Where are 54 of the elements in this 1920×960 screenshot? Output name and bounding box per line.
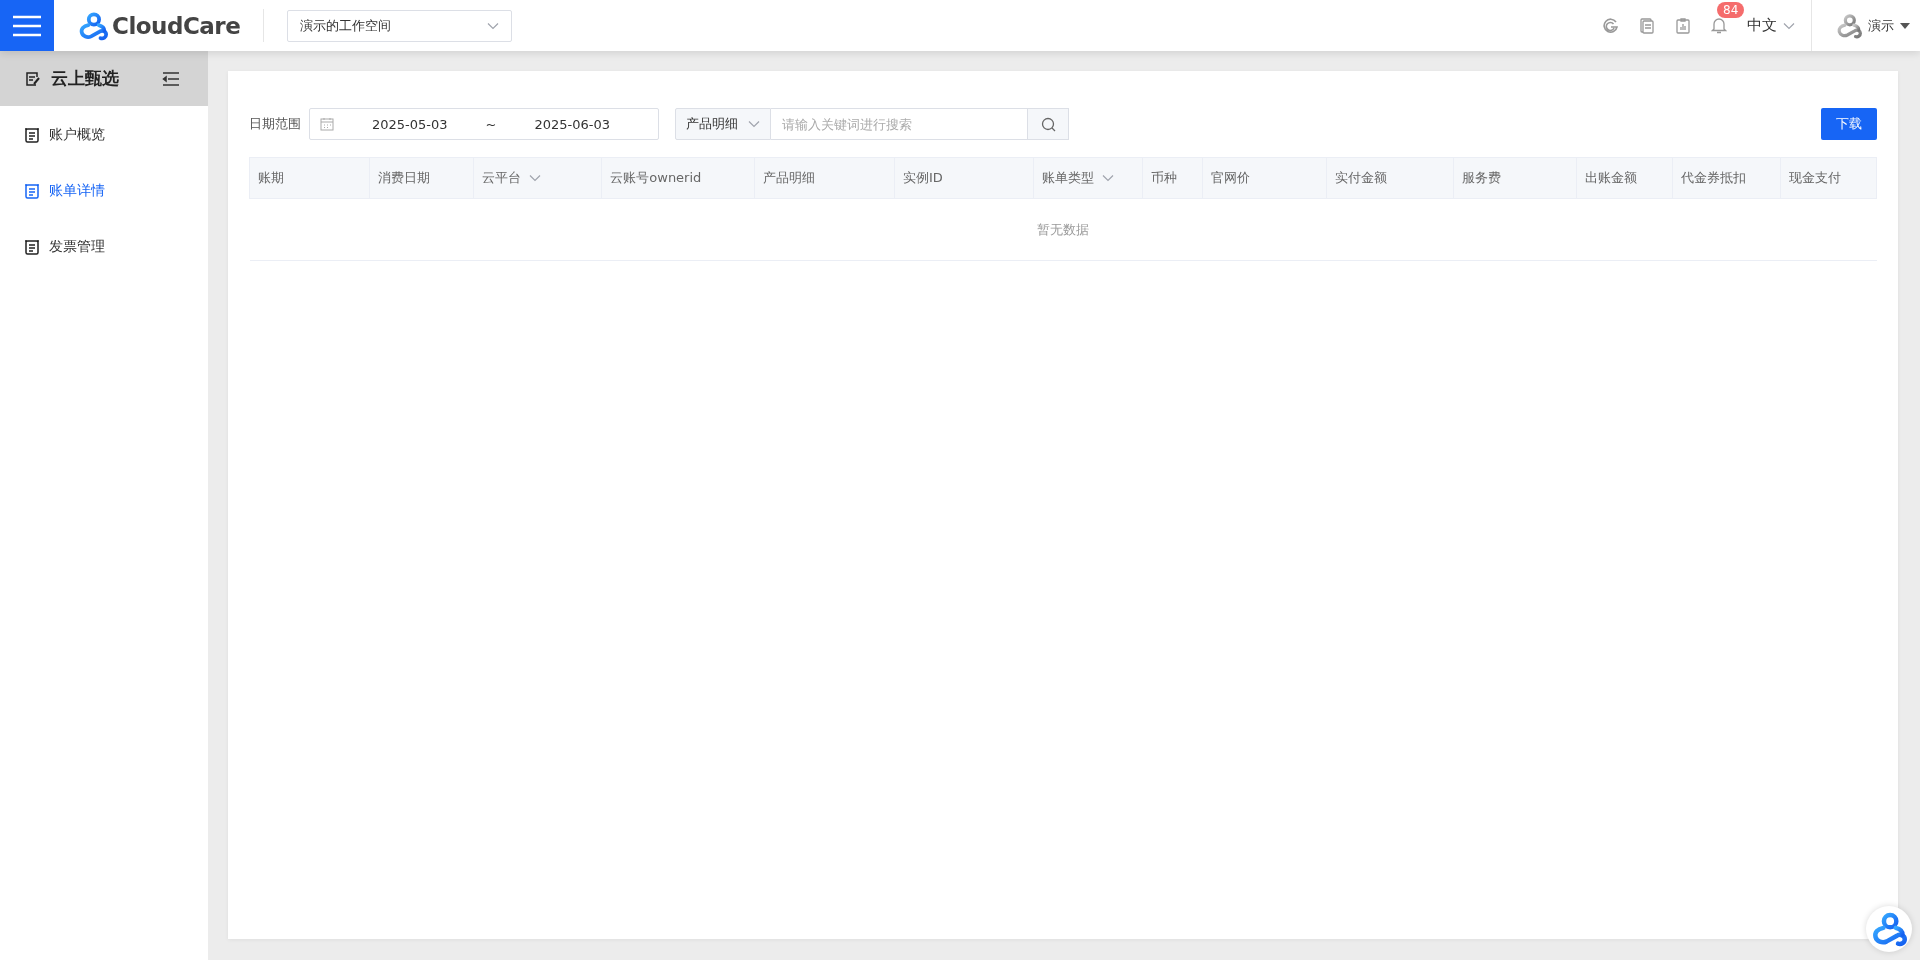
sidebar-item[interactable]: 账户概览 bbox=[0, 107, 208, 163]
column-header[interactable]: 账单类型 bbox=[1033, 157, 1143, 199]
list-icon bbox=[25, 183, 39, 199]
column-header: 云账号ownerid bbox=[601, 157, 754, 199]
search-field-select[interactable]: 产品明细 bbox=[675, 108, 771, 140]
sidebar-item[interactable]: 发票管理 bbox=[0, 219, 208, 275]
column-header: 实付金额 bbox=[1326, 157, 1454, 199]
column-header: 代金券抵扣 bbox=[1672, 157, 1781, 199]
column-header: 服务费 bbox=[1453, 157, 1577, 199]
avatar-icon bbox=[1836, 12, 1862, 39]
column-header[interactable]: 云平台 bbox=[473, 157, 602, 199]
column-header: 官网价 bbox=[1202, 157, 1327, 199]
date-range-picker[interactable]: 2025-05-03 ~ 2025-06-03 bbox=[309, 108, 659, 140]
logo-text: CloudCare bbox=[112, 12, 241, 39]
clipboard-chart-icon[interactable] bbox=[1675, 17, 1691, 34]
assistant-button[interactable] bbox=[1866, 906, 1912, 952]
workspace-select[interactable]: 演示的工作空间 bbox=[287, 9, 513, 42]
column-header: 消费日期 bbox=[369, 157, 474, 199]
calendar-icon bbox=[320, 117, 334, 131]
edit-icon bbox=[25, 70, 41, 87]
language-select[interactable]: 中文 bbox=[1747, 16, 1795, 35]
list-icon bbox=[25, 127, 39, 143]
column-header: 币种 bbox=[1142, 157, 1203, 199]
user-menu[interactable]: 演示 bbox=[1836, 12, 1910, 39]
assistant-icon bbox=[1871, 911, 1907, 947]
search-input[interactable]: 请输入关键词进行搜索 bbox=[771, 108, 1028, 140]
swirl-icon[interactable] bbox=[1603, 17, 1619, 34]
search-icon bbox=[1040, 116, 1056, 132]
list-icon bbox=[25, 239, 39, 255]
empty-text: 暂无数据 bbox=[249, 198, 1877, 261]
caret-icon bbox=[1900, 22, 1910, 29]
chevron-down-icon bbox=[1783, 21, 1795, 30]
logo-icon bbox=[78, 10, 108, 41]
collapse-icon bbox=[162, 71, 180, 86]
column-header: 出账金额 bbox=[1576, 157, 1673, 199]
date-range-label: 日期范围 bbox=[249, 115, 301, 133]
notification-badge: 84 bbox=[1717, 2, 1745, 18]
column-header: 实例ID bbox=[894, 157, 1034, 199]
sidebar-title: 云上甄选 bbox=[51, 67, 120, 90]
column-header: 现金支付 bbox=[1780, 157, 1877, 199]
document-icon[interactable] bbox=[1639, 17, 1655, 34]
column-header: 产品明细 bbox=[754, 157, 895, 199]
filter-icon bbox=[1101, 174, 1114, 182]
sidebar-item[interactable]: 账单详情 bbox=[0, 163, 208, 219]
menu-button[interactable] bbox=[0, 0, 54, 51]
menu-icon bbox=[13, 14, 41, 37]
column-header: 账期 bbox=[249, 157, 370, 199]
filter-icon bbox=[529, 174, 541, 182]
chevron-down-icon bbox=[487, 21, 500, 30]
download-button[interactable]: 下载 bbox=[1821, 108, 1877, 140]
bell-icon[interactable] bbox=[1711, 17, 1727, 34]
search-button[interactable] bbox=[1028, 108, 1069, 140]
collapse-button[interactable] bbox=[162, 71, 180, 86]
chevron-down-icon bbox=[748, 120, 760, 128]
